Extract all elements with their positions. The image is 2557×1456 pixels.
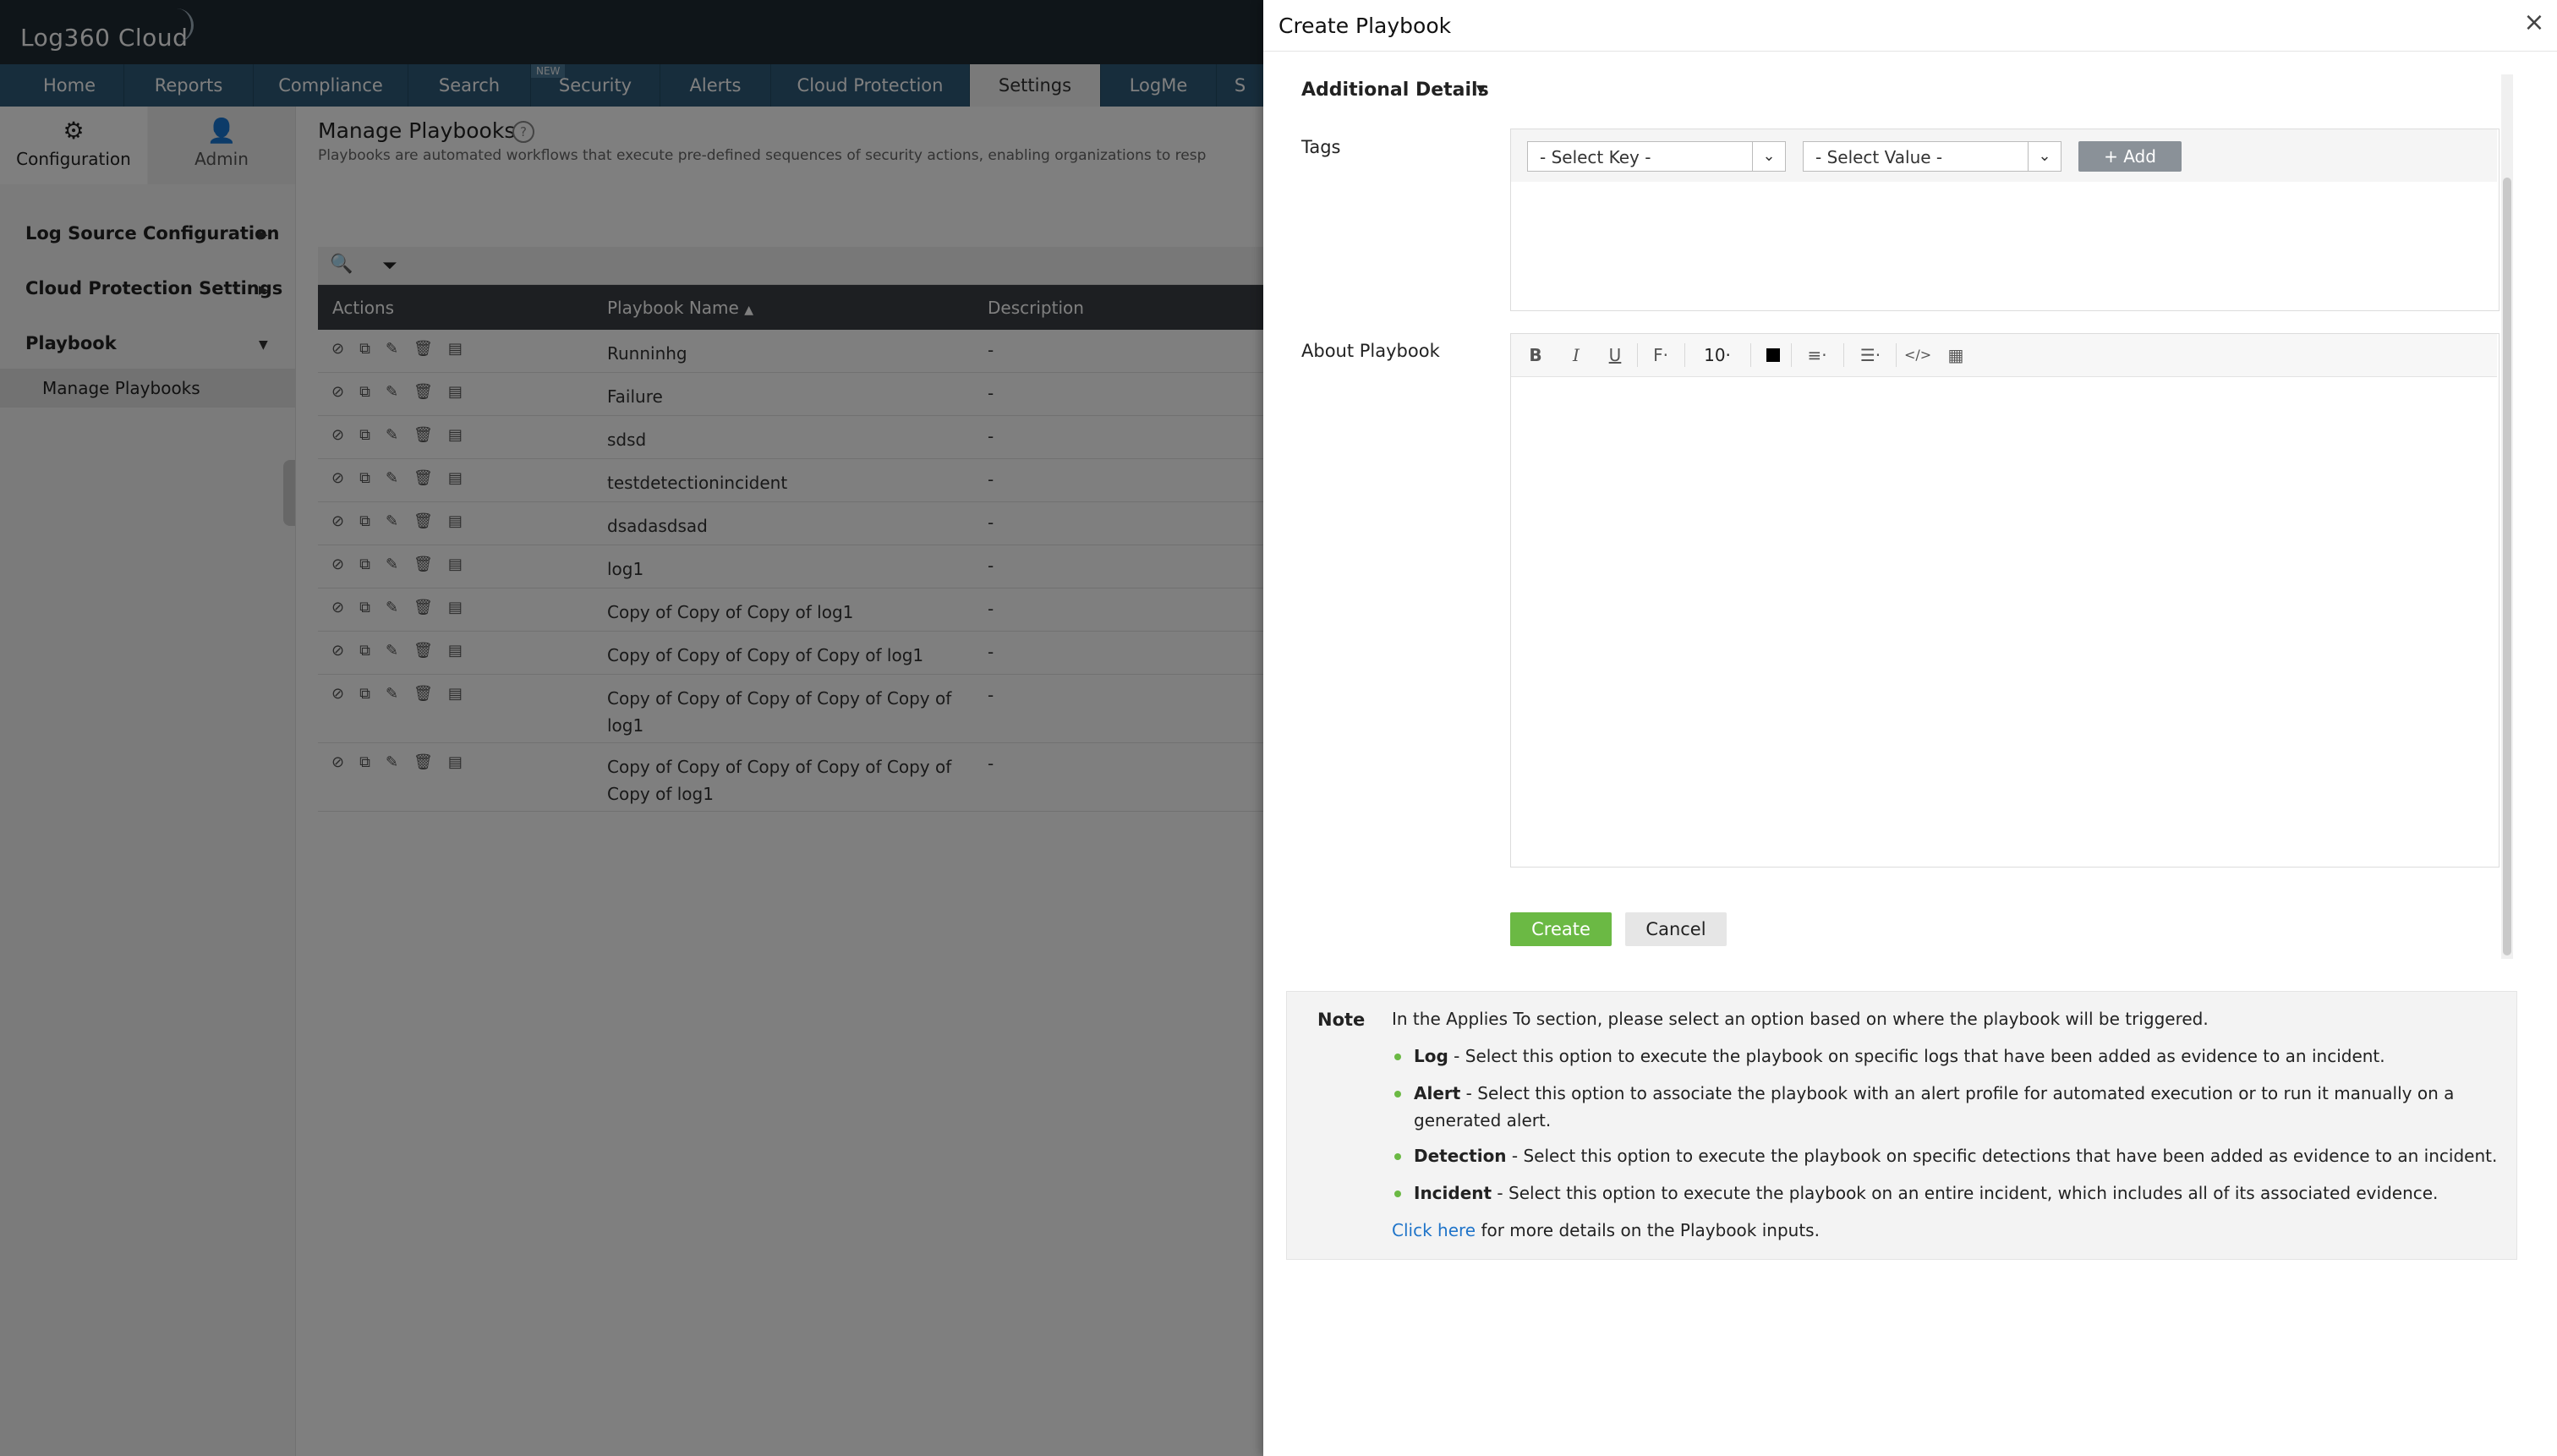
align-icon[interactable]: ≡· [1801, 342, 1833, 369]
select-value-value: - Select Value - [1815, 147, 1943, 167]
about-playbook-label: About Playbook [1301, 341, 1440, 361]
table-icon[interactable]: ▦ [1943, 342, 1968, 369]
code-icon[interactable]: </> [1904, 342, 1931, 369]
note-footer: Click here for more details on the Playb… [1392, 1220, 1820, 1240]
note-label: Note [1317, 1010, 1366, 1030]
note-item-detection: Detection - Select this option to execut… [1414, 1146, 2498, 1166]
close-icon[interactable]: × [2521, 10, 2547, 36]
plus-icon: + [2104, 146, 2118, 167]
toolbar-divider [1791, 343, 1792, 367]
caret-down-icon[interactable]: ▼ [1476, 83, 1486, 96]
toolbar-divider [1750, 343, 1751, 367]
scrollbar-thumb[interactable] [2503, 178, 2511, 955]
select-key-dropdown[interactable]: - Select Key - ⌄ [1527, 141, 1786, 172]
bullet-icon [1394, 1191, 1401, 1197]
note-intro: In the Applies To section, please select… [1392, 1009, 2209, 1029]
add-tag-button[interactable]: + Add [2078, 141, 2182, 172]
click-here-link[interactable]: Click here [1392, 1220, 1476, 1240]
toolbar-divider [1637, 343, 1638, 367]
text-color-icon[interactable] [1766, 348, 1780, 362]
note-item-log: Log - Select this option to execute the … [1414, 1046, 2385, 1066]
note-item-incident: Incident - Select this option to execute… [1414, 1183, 2439, 1203]
bold-icon[interactable]: B [1524, 342, 1547, 369]
bullet-icon [1394, 1054, 1401, 1060]
italic-icon[interactable]: I [1564, 342, 1588, 369]
note-item-alert: Alert - Select this option to associate … [1414, 1083, 2455, 1130]
drawer-title: Create Playbook [1278, 14, 1452, 38]
tags-label: Tags [1301, 137, 1341, 157]
select-value-dropdown[interactable]: - Select Value - ⌄ [1803, 141, 2061, 172]
font-family-icon[interactable]: F· [1645, 342, 1676, 369]
cancel-button[interactable]: Cancel [1625, 912, 1727, 946]
drawer-header [1263, 0, 2557, 52]
list-icon[interactable]: ☰· [1853, 342, 1887, 369]
select-key-value: - Select Key - [1540, 147, 1651, 167]
about-playbook-editor[interactable] [1510, 333, 2500, 868]
bullet-icon [1394, 1153, 1401, 1160]
font-size-select[interactable]: 10· [1695, 342, 1740, 369]
chevron-down-icon: ⌄ [2028, 142, 2061, 171]
modal-overlay[interactable] [0, 0, 1263, 1456]
chevron-down-icon: ⌄ [1752, 142, 1785, 171]
toolbar-divider [1896, 343, 1897, 367]
toolbar-divider [1684, 343, 1685, 367]
create-playbook-drawer: Create Playbook × Additional Details ▼ T… [1263, 0, 2557, 1456]
bullet-icon [1394, 1091, 1401, 1097]
create-button[interactable]: Create [1510, 912, 1612, 946]
toolbar-divider [1843, 343, 1844, 367]
section-title-additional-details[interactable]: Additional Details [1301, 79, 1489, 101]
underline-icon[interactable]: U [1603, 342, 1627, 369]
